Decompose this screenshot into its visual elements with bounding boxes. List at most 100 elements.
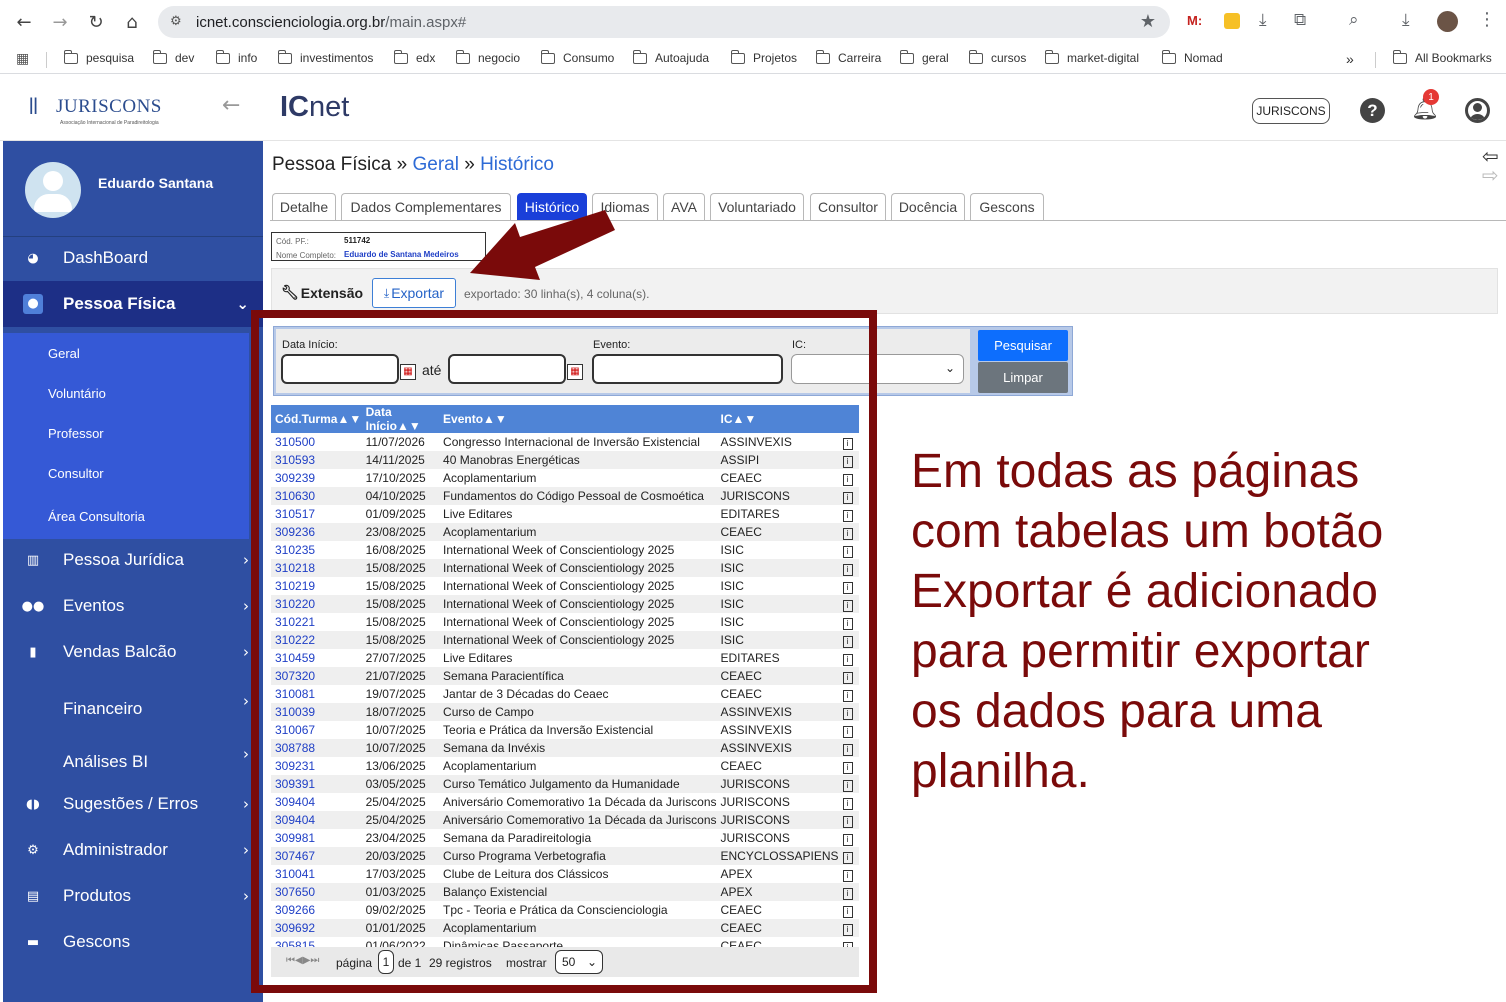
reload-icon[interactable]: ↻ [82,8,110,36]
bookmark-folder[interactable]: investimentos [277,49,373,65]
folder-icon [968,49,983,64]
tab-voluntariado[interactable]: Voluntariado [710,193,804,220]
tab-consultor[interactable]: Consultor [810,193,886,220]
chevron-right-icon: › [243,745,249,763]
bookmark-folder[interactable]: cursos [968,49,1026,65]
bookmark-folder[interactable]: Autoajuda [632,49,709,65]
chevron-right-icon: › [243,597,249,615]
folder-icon [730,49,745,64]
sidebar-item-dashboard[interactable]: ◕ DashBoard [3,235,263,281]
sidebar-item-analises-bi[interactable]: Análises BI › [3,739,263,785]
breadcrumb-geral[interactable]: Geral [412,154,458,175]
home-icon[interactable]: ⌂ [118,8,146,36]
forward-icon[interactable]: → [46,8,74,36]
shopping-bag-icon: ▮ [29,644,37,660]
address-bar[interactable]: ⚙ icnet.conscienciologia.org.br/main.asp… [158,6,1170,38]
sidebar-item-eventos[interactable]: ●● Eventos › [3,583,263,629]
folder-icon [277,49,292,64]
group-icon: ●● [21,598,45,614]
breadcrumb-historico[interactable]: Histórico [480,154,554,175]
chrome-menu-icon[interactable]: ⋮ [1478,9,1496,30]
extension-label[interactable]: M: [1187,13,1202,28]
sidebar-subitem-area-consultoria[interactable]: Área Consultoria [3,493,249,539]
profile-avatar[interactable] [1437,11,1458,32]
help-icon[interactable]: ? [1360,98,1385,123]
bookmark-folder[interactable]: geral [899,49,949,65]
tab-detalhe[interactable]: Detalhe [272,193,336,220]
logo-text: JURISCONS [56,96,162,117]
wrench-icon: 🔧︎ [281,285,299,301]
chevron-right-icon: › [243,841,249,859]
chevron-right-icon: › [243,551,249,569]
bookmark-folder[interactable]: edx [393,49,435,65]
more-bookmarks-button[interactable]: » [1346,51,1354,67]
user-account-icon[interactable] [1465,98,1490,123]
tabs-baseline [270,220,1506,221]
sidebar-subitem-voluntario[interactable]: Voluntário [3,373,249,413]
download-icon[interactable]: ⤓ [1259,10,1267,30]
breadcrumb: Pessoa Física » Geral » Histórico [272,154,554,175]
bookmark-star-icon[interactable]: ★ [1140,11,1156,32]
chevron-right-icon: › [243,692,249,710]
export-button[interactable]: ⤓ Exportar [372,278,456,308]
extensions-puzzle-icon[interactable]: ⧉ [1294,10,1306,30]
tab-ava[interactable]: AVA [663,193,705,220]
sidebar-subitem-professor[interactable]: Professor [3,413,249,453]
search-button[interactable]: Pesquisar [978,330,1068,361]
tab-docencia[interactable]: Docência [891,193,965,220]
logo-subtitle: Associação Internacional de Paradireitol… [60,120,159,126]
bookmark-folder[interactable]: negocio [455,49,520,65]
bookmark-folder[interactable]: dev [152,49,194,65]
sidebar-subitem-consultor[interactable]: Consultor [3,453,249,493]
folder-icon [455,49,470,64]
browser-toolbar: ← → ↻ ⌂ ⚙ icnet.conscienciologia.org.br/… [0,0,1506,44]
sidebar-item-administrador[interactable]: ⚙ Administrador › [3,827,263,873]
sidebar: Eduardo Santana ◕ DashBoard ● Pessoa Físic… [3,141,263,1002]
export-info: exportado: 30 linha(s), 4 coluna(s). [464,287,650,301]
sidebar-item-pessoa-juridica[interactable]: ▥ Pessoa Jurídica › [3,537,263,583]
downloads-icon[interactable]: ⤓ [1402,10,1410,30]
bookmark-folder[interactable]: Projetos [730,49,797,65]
extension-bar: 🔧︎ Extensão ⤓ Exportar exportado: 30 linha… [271,268,1498,314]
callout-arrow [470,210,615,280]
chevron-down-icon: ⌄ [236,295,249,313]
app-header: ǁ JURISCONS Associação Internacional de … [0,75,1506,141]
site-info-icon[interactable]: ⚙ [170,14,182,29]
bookmark-folder[interactable]: market-digital [1044,49,1139,65]
sidebar-item-financeiro[interactable]: Financeiro › [3,686,263,732]
user-name: Eduardo Santana [98,175,214,191]
folder-icon [899,49,914,64]
tab-gescons[interactable]: Gescons [970,193,1044,220]
sidebar-item-vendas-balcao[interactable]: ▮ Vendas Balcão › [3,629,263,675]
divider [1375,52,1376,68]
comments-icon: ◖◗ [26,796,40,812]
sidebar-item-sugestoes-erros[interactable]: ◖◗ Sugestões / Erros › [3,781,263,827]
app-title-net: net [309,91,350,123]
clear-button[interactable]: Limpar [978,362,1068,393]
sidebar-item-pessoa-fisica[interactable]: ● Pessoa Física ⌄ [3,281,263,327]
sidebar-subitem-geral[interactable]: Geral [3,333,249,373]
juriscons-logo[interactable]: ǁ JURISCONS Associação Internacional de … [28,91,168,131]
building-icon: ▥ [26,552,40,568]
tab-search-icon[interactable]: ⌕ [1349,10,1359,30]
bookmark-folder[interactable]: info [215,49,257,65]
bookmark-folder[interactable]: pesquisa [63,49,134,65]
back-icon[interactable]: ← [10,8,38,36]
bookmark-folder[interactable]: Consumo [540,49,614,65]
all-bookmarks-folder[interactable]: All Bookmarks [1392,49,1492,65]
sidebar-item-gescons[interactable]: ▬ Gescons [3,919,263,965]
bookmark-folder[interactable]: Nomad [1161,49,1223,65]
breadcrumb-root: Pessoa Física [272,154,392,175]
chevron-right-icon: › [243,795,249,813]
org-button[interactable]: JURISCONS [1252,98,1330,124]
person-icon: ● [3,294,63,314]
person-name: Eduardo de Santana Medeiros [344,250,459,259]
code-label: Cód. PF.: [276,237,309,246]
bookmark-folder[interactable]: Carreira [815,49,881,65]
sidebar-item-produtos[interactable]: ▤ Produtos › [3,873,263,919]
apps-grid-icon[interactable]: ▦ [16,51,29,67]
nav-forward-icon[interactable]: ⇨ [1482,163,1499,187]
collapse-arrow-icon[interactable]: ← [222,93,240,118]
extension-icon[interactable] [1224,13,1240,29]
download-icon: ⤓ [383,285,390,300]
